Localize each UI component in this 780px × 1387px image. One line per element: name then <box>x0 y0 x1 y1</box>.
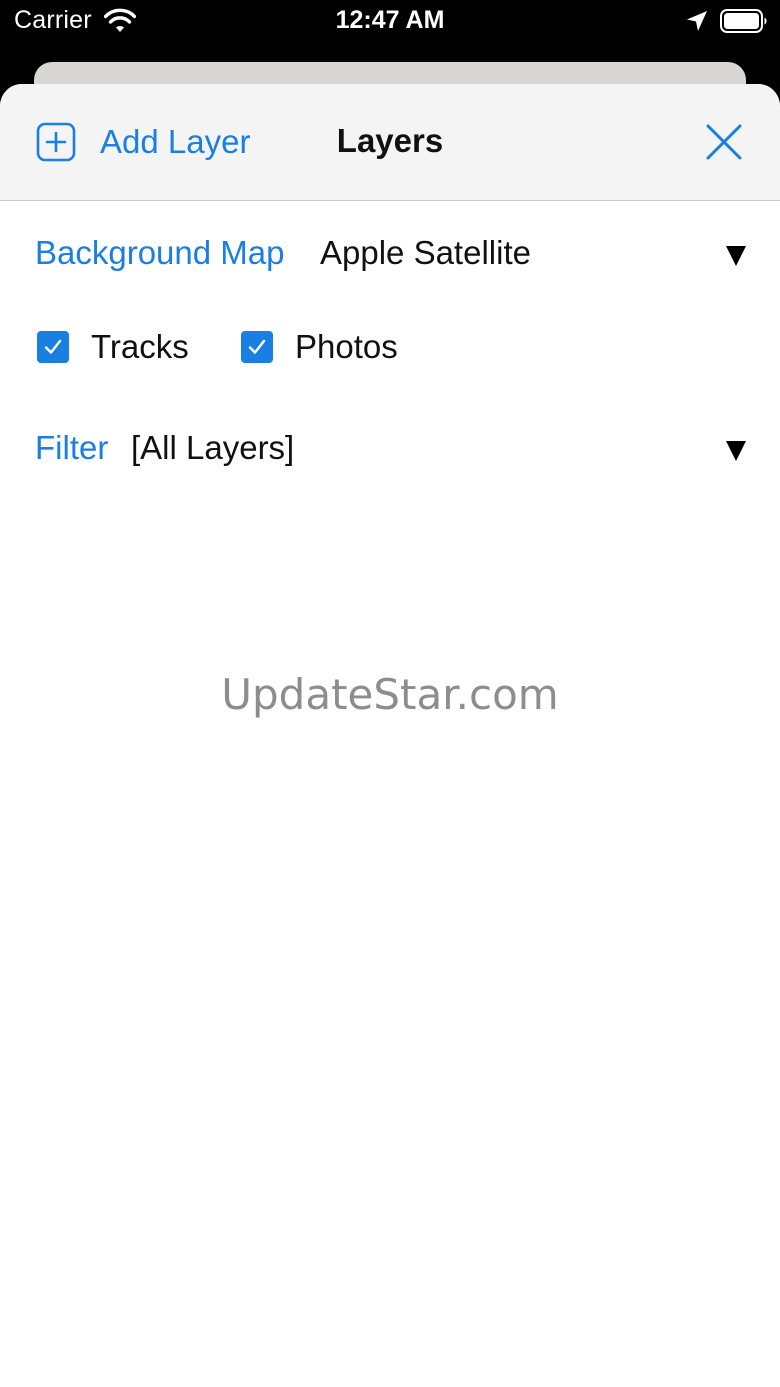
close-icon[interactable] <box>704 122 744 162</box>
chevron-down-icon[interactable] <box>724 244 748 268</box>
filter-label[interactable]: Filter <box>35 429 108 467</box>
location-arrow-icon <box>687 11 707 31</box>
navigation-bar: Add Layer Layers <box>0 84 780 201</box>
checkmark-icon <box>44 339 62 354</box>
layers-sheet: Add Layer Layers Background Map Apple Sa… <box>0 84 780 1387</box>
photos-checkbox[interactable] <box>241 331 273 363</box>
status-bar: Carrier 12:47 AM <box>0 0 780 44</box>
checkmark-icon <box>248 339 266 354</box>
background-map-label[interactable]: Background Map <box>35 234 284 272</box>
app-screen: Carrier 12:47 AM Add Layer Layers Backgr… <box>0 0 780 1387</box>
background-map-row[interactable]: Background Map Apple Satellite <box>0 234 780 278</box>
tracks-checkbox[interactable] <box>37 331 69 363</box>
page-title: Layers <box>336 122 444 159</box>
photos-toggle[interactable]: Photos <box>241 328 398 366</box>
photos-label: Photos <box>295 328 398 365</box>
status-time: 12:47 AM <box>335 6 445 34</box>
filter-value[interactable]: [All Layers] <box>131 429 294 467</box>
tracks-toggle[interactable]: Tracks <box>37 328 189 366</box>
battery-icon <box>720 9 767 33</box>
background-map-value[interactable]: Apple Satellite <box>320 234 531 272</box>
chevron-down-icon[interactable] <box>724 439 748 463</box>
filter-row[interactable]: Filter [All Layers] <box>0 429 780 473</box>
watermark: UpdateStar.com <box>221 670 559 719</box>
tracks-label: Tracks <box>91 328 189 365</box>
